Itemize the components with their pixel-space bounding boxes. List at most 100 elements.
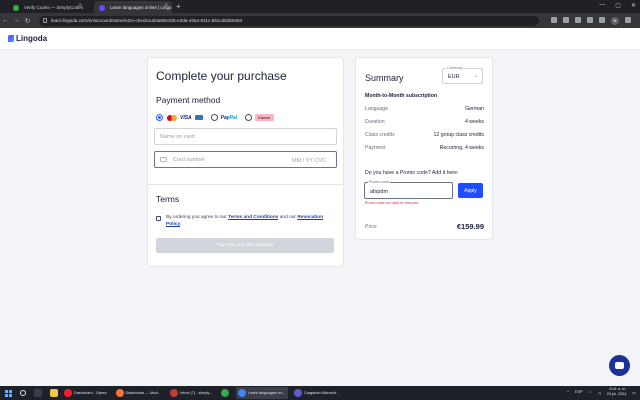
simplycodes-favicon-icon	[13, 4, 19, 11]
clock[interactable]: 8:41 a. m. 23 jul. 2024	[607, 387, 627, 397]
translate-icon[interactable]	[563, 16, 569, 23]
language-indicator[interactable]: ESP	[575, 390, 583, 394]
name-placeholder: Name on card	[160, 133, 195, 140]
close-icon[interactable]: ×	[164, 3, 168, 9]
terms-link[interactable]: Terms and Conditions	[228, 215, 278, 220]
paypal-icon: PayPal	[220, 114, 238, 121]
terms-text: By ordering you agree to our Terms and C…	[166, 215, 324, 227]
sidepanel-icon[interactable]	[599, 16, 605, 23]
new-tab-button[interactable]: +	[176, 1, 181, 13]
search-icon[interactable]	[20, 390, 26, 396]
terms-checkbox[interactable]	[156, 216, 161, 221]
mastercard-icon	[167, 114, 177, 121]
promo-error: Promo code not valid for this plan	[365, 201, 419, 205]
taskbar-app-teams[interactable]: Cargando Microsof...	[292, 387, 342, 399]
taskbar-app-inbox[interactable]: Inbox (7) - simply...	[168, 387, 215, 399]
tab-title: Verify Codes — SimplyCodes	[24, 4, 84, 10]
checkout-card: Complete your purchase Payment method VI…	[148, 58, 343, 266]
subscription-heading: Month-to-Month subscription	[365, 93, 438, 99]
page-title: Complete your purchase	[156, 69, 287, 83]
toolbar: ← → ↻ learn.lingoda.com/en/account/store…	[0, 13, 640, 28]
minimize-icon[interactable]: —	[599, 2, 605, 9]
file-explorer-icon[interactable]	[50, 389, 58, 397]
profile-avatar[interactable]: N	[611, 16, 619, 25]
amex-icon	[194, 115, 203, 120]
opera-mail-icon	[170, 389, 179, 397]
logo-text: Lingoda	[16, 34, 48, 43]
price-label: Price	[365, 223, 377, 230]
visa-icon: VISA	[180, 114, 192, 121]
close-icon[interactable]: ×	[78, 3, 82, 9]
taskbar-app-opera[interactable]: Dashboard - Opera	[62, 387, 110, 399]
lingoda-logo[interactable]: Lingoda	[8, 34, 47, 43]
summary-row-duration: Duration 4 weeks	[365, 119, 484, 125]
task-view-icon[interactable]	[34, 389, 42, 397]
summary-title: Summary	[365, 73, 404, 83]
close-window-icon[interactable]: ✕	[631, 2, 636, 9]
volume-icon[interactable]: ◁	[598, 390, 601, 395]
klarna-radio[interactable]	[245, 114, 253, 121]
extensions-icon[interactable]	[587, 16, 593, 23]
taskbar: Dashboard - Opera Dashboard — Mozi... In…	[0, 386, 640, 400]
payment-method-heading: Payment method	[156, 95, 221, 105]
credit-card-icon	[160, 157, 167, 162]
chevron-up-icon[interactable]: ^	[567, 390, 569, 394]
tab-simplycodes[interactable]: Verify Codes — SimplyCodes ×	[8, 1, 86, 13]
chrome-icon	[221, 389, 230, 397]
price-value: €159.99	[456, 222, 484, 231]
back-icon[interactable]: ←	[0, 17, 11, 24]
teams-icon	[293, 389, 302, 397]
promo-question: Do you have a Promo code? Add it here:	[365, 170, 459, 176]
expiry-cvc-placeholder: MM / YY CVC	[291, 157, 326, 164]
paypal-radio[interactable]	[210, 114, 218, 121]
price-row: Price €159.99	[365, 222, 484, 231]
card-number-input[interactable]: Card number MM / YY CVC	[154, 151, 337, 168]
payment-method-options: VISA PayPal Klarna.	[156, 114, 274, 121]
system-tray: ^ ESP ◠ ◁ 8:41 a. m. 23 jul. 2024 ▭	[567, 387, 636, 397]
promo-code-input[interactable]: Promo code afspdm	[364, 180, 453, 199]
summary-card: Summary Currency EUR ⌄ Month-to-Month su…	[356, 58, 492, 239]
card-placeholder: Card number	[173, 156, 206, 163]
currency-label: Currency	[446, 66, 464, 70]
currency-select[interactable]: Currency EUR ⌄	[442, 66, 483, 84]
currency-value: EUR	[448, 74, 460, 80]
pay-button[interactable]: Pay now and start learning	[156, 238, 334, 253]
address-bar[interactable]: learn.lingoda.com/en/account/store/m2m-c…	[39, 15, 539, 26]
windows-start-icon[interactable]	[5, 389, 12, 397]
toolbar-icons: N	[551, 16, 631, 25]
notification-icon[interactable]: ▭	[632, 390, 636, 395]
menu-kebab-icon[interactable]	[625, 16, 631, 23]
chevron-down-icon: ⌄	[473, 73, 478, 79]
url-text: learn.lingoda.com/en/account/store/m2m-c…	[51, 18, 243, 23]
bookmark-star-icon[interactable]	[575, 16, 581, 23]
maximize-icon[interactable]: ▢	[615, 2, 621, 9]
chrome-icon	[238, 389, 247, 397]
forward-icon[interactable]: →	[11, 17, 22, 24]
lock-icon	[43, 18, 47, 23]
taskbar-app-chrome[interactable]	[219, 387, 232, 399]
terms-heading: Terms	[156, 194, 180, 204]
name-on-card-input[interactable]: Name on card	[154, 128, 337, 145]
taskbar-app-firefox[interactable]: Dashboard — Mozi...	[114, 387, 165, 399]
lingoda-logo-icon	[8, 35, 14, 42]
browser-chrome: Verify Codes — SimplyCodes × Learn langu…	[0, 0, 640, 28]
cast-icon[interactable]	[551, 16, 557, 23]
tab-title: Learn languages online | Lingo	[110, 4, 172, 10]
tab-lingoda[interactable]: Learn languages online | Lingo ×	[94, 1, 172, 13]
wifi-icon[interactable]: ◠	[589, 390, 592, 395]
firefox-icon	[115, 389, 124, 397]
taskbar-app-lingoda[interactable]: Learn languages on...	[236, 387, 288, 399]
summary-row-language: Language German	[365, 106, 484, 112]
apply-button[interactable]: Apply	[458, 183, 483, 198]
card-radio[interactable]	[156, 114, 163, 121]
summary-row-payment: Payment Recurring, 4 weeks	[365, 145, 484, 151]
window-controls: — ▢ ✕	[599, 2, 636, 9]
opera-icon	[64, 389, 72, 397]
chat-icon	[615, 362, 624, 369]
promo-value: afspdm	[370, 188, 389, 195]
divider	[148, 184, 343, 185]
site-header: Lingoda	[0, 28, 640, 50]
summary-row-credits: Class credits 12 group class credits	[365, 132, 484, 138]
chat-button[interactable]	[609, 355, 630, 376]
reload-icon[interactable]: ↻	[22, 17, 33, 25]
